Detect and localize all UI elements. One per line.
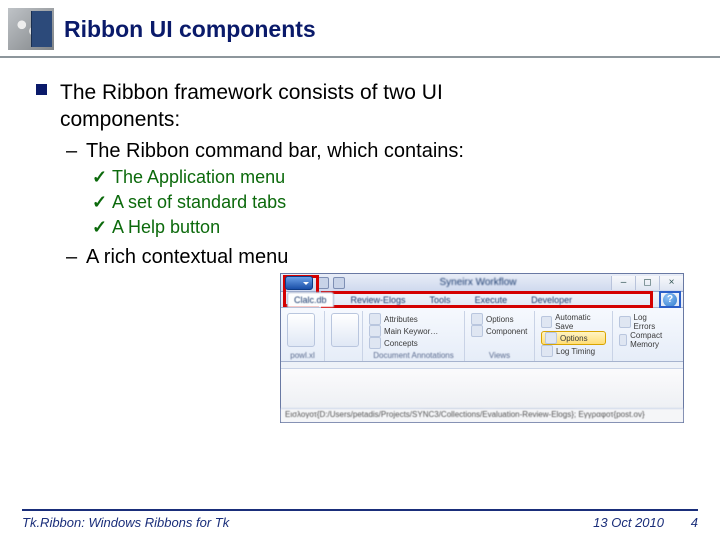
ribbon-tab-bar: Clalc.db Review-Elogs Tools Execute Deve… (281, 292, 683, 308)
minimize-button[interactable]: – (611, 276, 635, 290)
concept-icon (369, 337, 381, 349)
group-label (541, 357, 606, 367)
window-controls: – ◻ × (611, 276, 683, 290)
close-button[interactable]: × (659, 276, 683, 290)
save-icon (541, 316, 552, 328)
status-bar: Εισλογοτ{D:/Users/petadis/Projects/SYNC3… (281, 408, 683, 422)
bullet-level3-check: A Help button (30, 215, 690, 240)
bullet1-line2: components: (60, 107, 690, 134)
ribbon-item[interactable]: Options (471, 313, 528, 325)
slide-title: Ribbon UI components (64, 16, 316, 43)
footer-page-number: 4 (680, 515, 698, 530)
bullet-level3-check: A set of standard tabs (30, 190, 690, 215)
qat-icon[interactable] (333, 277, 345, 289)
footer-row: Tk.Ribbon: Windows Ribbons for Tk 13 Oct… (22, 515, 698, 530)
ribbon-item[interactable]: Concepts (369, 337, 458, 349)
options-icon (471, 313, 483, 325)
group-label: Document Annotations (369, 351, 458, 361)
square-bullet-icon (36, 84, 47, 95)
ribbon-tab[interactable]: Review-Elogs (344, 292, 413, 307)
group-label (331, 351, 356, 361)
ribbon-command-bar: powl.xl Attributes Main Keywor… Concepts… (281, 308, 683, 362)
ribbon-item-highlighted[interactable]: Options (541, 331, 606, 345)
quick-access-toolbar (317, 277, 345, 289)
ribbon-tab[interactable]: Execute (468, 292, 515, 307)
slide: Ribbon UI components The Ribbon framewor… (0, 0, 720, 540)
ribbon-group: Automatic Save Options Log Timing (535, 311, 613, 361)
options-icon (545, 332, 557, 344)
attribute-icon (369, 313, 381, 325)
ribbon-item[interactable]: Automatic Save (541, 313, 606, 331)
ribbon-group: Attributes Main Keywor… Concepts Documen… (363, 311, 465, 361)
ribbon-item[interactable]: Compact Memory (619, 331, 669, 349)
keyword-icon (369, 325, 381, 337)
window-title: Syneirx Workflow (345, 277, 611, 288)
ribbon-group: powl.xl (281, 311, 325, 361)
ribbon-group: Log Errors Compact Memory (613, 311, 675, 361)
ribbon-group: Options Component Views (465, 311, 535, 361)
slide-footer: Tk.Ribbon: Windows Ribbons for Tk 13 Oct… (0, 509, 720, 530)
ribbon-tab[interactable]: Developer (524, 292, 579, 307)
ribbon-big-button[interactable] (287, 313, 315, 347)
bullet1-line1: The Ribbon framework consists of two UI (60, 81, 443, 104)
ribbon-group (325, 311, 363, 361)
bullet-level3-check: The Application menu (30, 165, 690, 190)
application-menu-button[interactable] (285, 276, 313, 290)
ribbon-item[interactable]: Attributes (369, 313, 458, 325)
window-titlebar: Syneirx Workflow – ◻ × (281, 274, 683, 292)
log-icon (619, 316, 631, 328)
ribbon-item[interactable]: Main Keywor… (369, 325, 458, 337)
footer-left: Tk.Ribbon: Windows Ribbons for Tk (22, 515, 229, 530)
footer-date: 13 Oct 2010 (593, 515, 664, 530)
ribbon-item[interactable]: Log Errors (619, 313, 669, 331)
document-area (281, 368, 683, 408)
component-icon (471, 325, 483, 337)
bullet-level1: The Ribbon framework consists of two UI … (30, 80, 690, 134)
ribbon-tab[interactable]: Clalc.db (287, 292, 334, 307)
timing-icon (541, 345, 553, 357)
compact-icon (619, 334, 627, 346)
ribbon-big-button[interactable] (331, 313, 359, 347)
ribbon-item[interactable]: Component (471, 325, 528, 337)
ribbon-screenshot: Syneirx Workflow – ◻ × Clalc.db Review-E… (280, 273, 684, 423)
slide-header: Ribbon UI components (0, 0, 720, 56)
maximize-button[interactable]: ◻ (635, 276, 659, 290)
slide-body: The Ribbon framework consists of two UI … (0, 58, 720, 423)
footer-rule (22, 509, 698, 511)
bullet-level2: The Ribbon command bar, which contains: (30, 138, 690, 165)
qat-icon[interactable] (317, 277, 329, 289)
group-label: powl.xl (287, 351, 318, 361)
group-label: Views (471, 351, 528, 361)
logo-image (8, 8, 54, 50)
ribbon-item[interactable]: Log Timing (541, 345, 606, 357)
bullet-level2: A rich contextual menu (30, 244, 690, 271)
group-label (619, 351, 669, 361)
ribbon-tab[interactable]: Tools (423, 292, 458, 307)
help-icon[interactable]: ? (663, 293, 677, 307)
